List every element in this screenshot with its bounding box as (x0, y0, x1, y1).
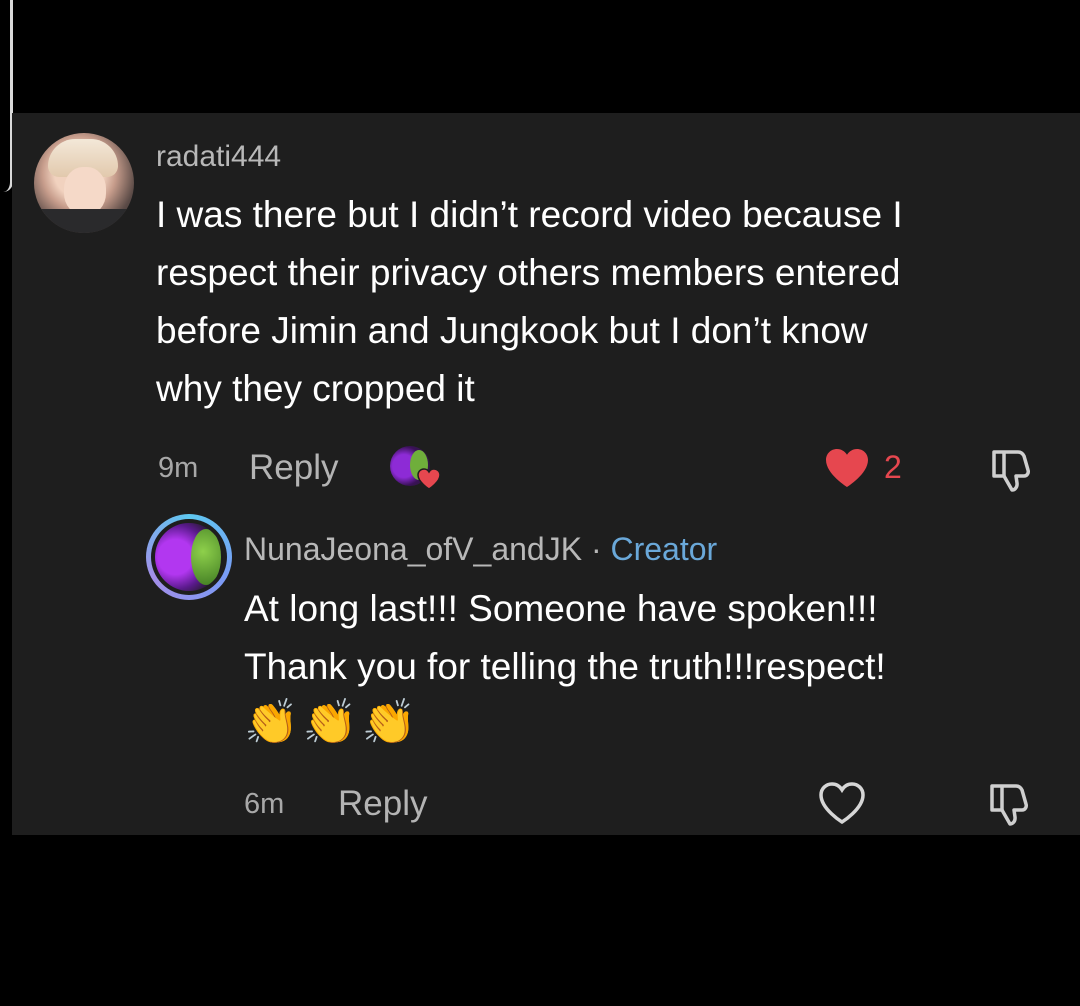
comment-like-heart-icon[interactable] (824, 447, 870, 489)
clapping-hands-emojis: 👏👏👏 (244, 697, 421, 748)
commenter-username[interactable]: radati444 (156, 140, 281, 174)
creator-username-line[interactable]: NunaJeona_ofV_andJK · Creator (244, 531, 717, 568)
comment-reply-button[interactable]: Reply (249, 448, 338, 488)
reply-dislike-icon[interactable] (986, 780, 1034, 828)
reply-text: At long last!!! Someone have spoken!!! T… (244, 588, 886, 687)
creator-liked-heart-icon (417, 468, 441, 490)
reply-timestamp: 6m (244, 788, 285, 820)
comment-dislike-icon[interactable] (988, 446, 1036, 494)
bottom-black-area (0, 835, 1080, 1006)
creator-username[interactable]: NunaJeona_ofV_andJK (244, 531, 582, 567)
comment-text: I was there but I didn’t record video be… (156, 194, 903, 409)
creator-badge: Creator (610, 531, 718, 567)
reply-like-heart-icon[interactable] (818, 781, 866, 825)
comment-timestamp: 9m (158, 452, 199, 484)
reply-reply-button[interactable]: Reply (338, 784, 427, 824)
comment-like-count: 2 (884, 449, 902, 485)
commenter-avatar[interactable] (34, 133, 134, 233)
creator-avatar[interactable] (146, 514, 232, 600)
top-black-area (0, 0, 1080, 113)
separator-dot: · (582, 531, 611, 567)
